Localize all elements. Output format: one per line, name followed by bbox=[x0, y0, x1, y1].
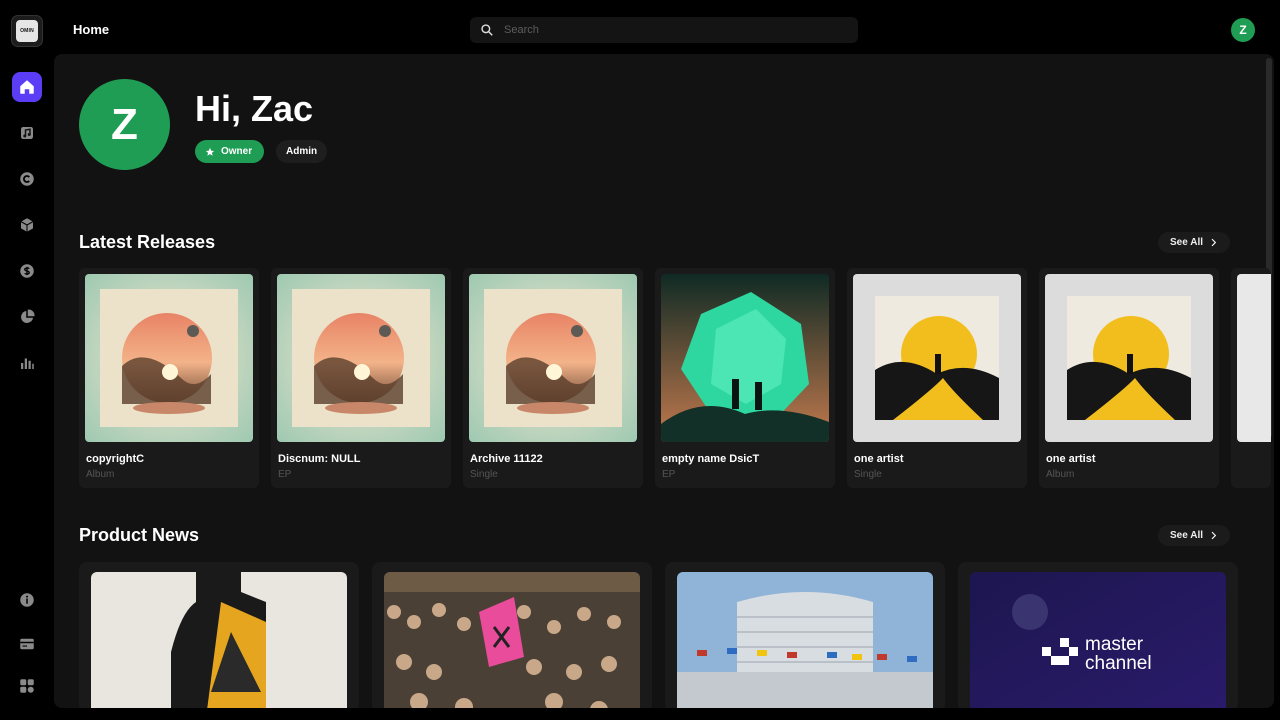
latest-releases-heading: Latest Releases bbox=[79, 232, 216, 252]
sidebar-item-apps[interactable] bbox=[12, 671, 42, 701]
release-card[interactable]: Discnum: NULL EP bbox=[271, 268, 451, 488]
copyright-icon bbox=[20, 172, 34, 186]
dollar-icon bbox=[20, 264, 34, 278]
search-icon bbox=[481, 24, 493, 36]
release-type: Single bbox=[854, 469, 882, 480]
product-news-heading: Product News bbox=[79, 525, 200, 545]
main-panel: Z Hi, Zac Owner Admin Latest Releases Se… bbox=[54, 54, 1274, 708]
release-title: Archive 11122 bbox=[470, 453, 543, 465]
release-artwork bbox=[1237, 274, 1271, 442]
product-news-see-all-button[interactable]: See All bbox=[1158, 525, 1230, 546]
news-overlay-line2: channel bbox=[1085, 653, 1152, 674]
sidebar-item-billing[interactable] bbox=[12, 629, 42, 659]
search-input[interactable] bbox=[504, 24, 844, 36]
release-artwork bbox=[1045, 274, 1213, 442]
chevron-right-icon bbox=[1211, 238, 1217, 247]
release-card-partial[interactable] bbox=[1231, 268, 1271, 488]
release-card[interactable]: Archive 11122 Single bbox=[463, 268, 643, 488]
release-title: one artist bbox=[1046, 453, 1096, 465]
info-icon bbox=[20, 593, 34, 607]
release-type: Single bbox=[470, 469, 498, 480]
page-title: Home bbox=[73, 22, 110, 37]
sidebar-item-products[interactable] bbox=[12, 210, 42, 240]
card-icon bbox=[20, 638, 34, 650]
sidebar-item-bars[interactable] bbox=[12, 348, 42, 378]
owner-badge: Owner bbox=[195, 140, 265, 163]
logo-text: OMIN bbox=[20, 28, 34, 34]
release-type: EP bbox=[278, 469, 292, 480]
release-title: empty name DsicT bbox=[662, 453, 760, 465]
release-artwork bbox=[661, 274, 829, 442]
sidebar-item-finance[interactable] bbox=[12, 256, 42, 286]
cube-icon bbox=[20, 218, 34, 232]
release-artwork bbox=[853, 274, 1021, 442]
news-image bbox=[384, 572, 640, 708]
release-card[interactable]: copyrightC Album bbox=[79, 268, 259, 488]
admin-badge: Admin bbox=[276, 140, 328, 163]
chevron-right-icon bbox=[1211, 531, 1217, 540]
release-artwork bbox=[85, 274, 253, 442]
apps-icon bbox=[20, 679, 34, 693]
release-type: Album bbox=[86, 469, 115, 480]
greeting-heading: Hi, Zac bbox=[195, 88, 314, 129]
release-title: Discnum: NULL bbox=[278, 453, 361, 465]
release-type: Album bbox=[1046, 469, 1075, 480]
sidebar-item-copyright[interactable] bbox=[12, 164, 42, 194]
release-card[interactable]: one artist Album bbox=[1039, 268, 1219, 488]
news-image: master channel bbox=[970, 572, 1226, 708]
sidebar-item-home[interactable] bbox=[12, 72, 42, 102]
latest-releases-see-all-button[interactable]: See All bbox=[1158, 232, 1230, 253]
news-image bbox=[677, 572, 933, 708]
user-avatar[interactable]: Z bbox=[1231, 18, 1255, 42]
sidebar-item-releases[interactable] bbox=[12, 118, 42, 148]
profile-avatar: Z bbox=[79, 79, 170, 170]
sidebar: OMIN bbox=[0, 0, 54, 720]
news-card[interactable] bbox=[665, 562, 945, 708]
pie-chart-icon bbox=[21, 309, 35, 323]
sidebar-item-info[interactable] bbox=[12, 585, 42, 615]
search-box[interactable] bbox=[470, 17, 858, 43]
owner-badge-label: Owner bbox=[221, 146, 253, 157]
news-card[interactable] bbox=[79, 562, 359, 708]
news-card[interactable]: master channel bbox=[958, 562, 1238, 708]
see-all-label: See All bbox=[1170, 237, 1203, 248]
bar-chart-icon bbox=[21, 358, 34, 369]
sidebar-item-pie[interactable] bbox=[12, 302, 42, 332]
release-card[interactable]: empty name DsicT EP bbox=[655, 268, 835, 488]
top-bar: Home Z bbox=[54, 0, 1280, 54]
app-logo[interactable]: OMIN bbox=[11, 15, 43, 47]
music-note-icon bbox=[21, 127, 33, 139]
release-title: one artist bbox=[854, 453, 904, 465]
see-all-label: See All bbox=[1170, 530, 1203, 541]
logo-mark: OMIN bbox=[16, 20, 38, 42]
release-card[interactable]: one artist Single bbox=[847, 268, 1027, 488]
release-artwork bbox=[469, 274, 637, 442]
home-icon bbox=[20, 80, 34, 94]
release-title: copyrightC bbox=[86, 453, 145, 465]
news-card[interactable] bbox=[372, 562, 652, 708]
news-overlay-line1: master bbox=[1085, 634, 1144, 655]
release-artwork bbox=[277, 274, 445, 442]
release-type: EP bbox=[662, 469, 676, 480]
news-image bbox=[91, 572, 347, 708]
star-icon bbox=[205, 147, 215, 156]
